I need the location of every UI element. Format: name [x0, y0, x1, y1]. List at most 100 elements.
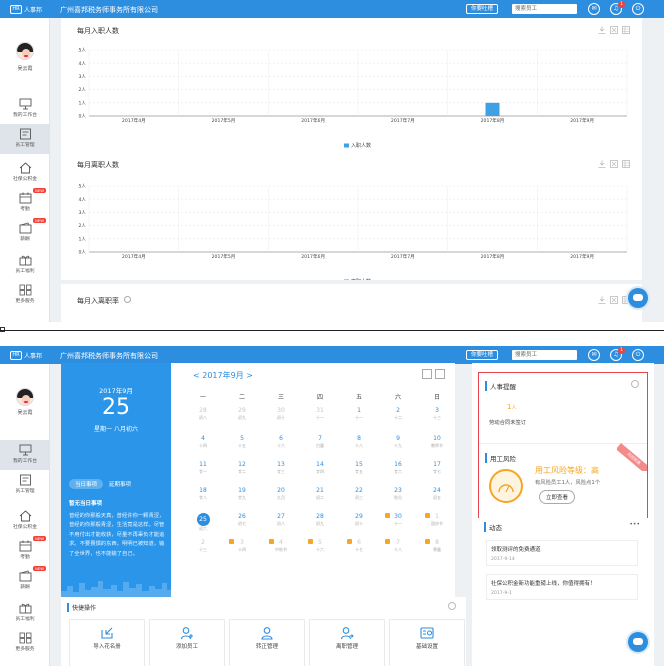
sidebar-item-social-security[interactable]: 社保公积金 [0, 506, 50, 536]
sidebar-item-employee[interactable]: 员工管理 [0, 124, 50, 154]
calendar-day[interactable]: 28 初八 [193, 407, 213, 420]
calendar-day[interactable]: 9 十九 [388, 435, 408, 448]
app-logo[interactable]: HR 人事邦 [10, 350, 42, 360]
calendar-day[interactable]: 17 廿七 [427, 461, 447, 474]
calendar-day[interactable]: 16 廿六 [388, 461, 408, 474]
calendar-day[interactable]: 3 十四 [232, 539, 252, 552]
event-marker [308, 539, 313, 544]
sidebar-item-social-security[interactable]: 社保公积金 [0, 158, 50, 188]
calendar-day[interactable]: 13 廿三 [271, 461, 291, 474]
sidebar-item-workbench[interactable]: 我的工作台 [0, 94, 50, 124]
export-icon[interactable] [610, 296, 618, 304]
logout-icon[interactable]: ⏻ [632, 3, 644, 15]
feedback-button[interactable]: 你要吐槽 [466, 350, 499, 360]
sidebar-item-more-services[interactable]: 更多服务 [0, 280, 50, 310]
calendar-day[interactable]: 7 白露 [310, 435, 330, 448]
calendar-day-today[interactable]: 25 初六 [193, 513, 213, 531]
more-options-icon[interactable]: ••• [629, 521, 640, 528]
calendar-day[interactable]: 30 初十 [271, 407, 291, 420]
calendar-day[interactable]: 18 廿八 [193, 487, 213, 500]
info-icon[interactable] [124, 296, 131, 303]
sidebar-item-welfare[interactable]: 员工福利 [0, 250, 50, 280]
add-event-icon[interactable] [422, 369, 432, 379]
calendar-icon [19, 540, 31, 552]
news-item[interactable]: 领取测评的免费通道 2017-9-14 [486, 540, 638, 566]
calendar-day[interactable]: 6 十七 [349, 539, 369, 552]
calendar-day[interactable]: 1 国庆节 [427, 513, 447, 526]
app-logo[interactable]: HR 人事邦 [10, 4, 42, 14]
resignation-button[interactable]: 离职管理 [309, 619, 385, 666]
day-number: 8 [357, 435, 361, 442]
sidebar-item-employee[interactable]: 员工管理 [0, 470, 50, 500]
calendar-day[interactable]: 8 寒露 [427, 539, 447, 552]
sidebar-item-attendance[interactable]: NEW 考勤 [0, 188, 50, 218]
prev-month-arrow[interactable]: < [193, 371, 200, 380]
x-tick-label: 2017年5月 [212, 253, 236, 260]
sidebar-item-salary[interactable]: NEW 薪酬 [0, 218, 50, 248]
sidebar-item-salary[interactable]: NEW 薪酬 [0, 566, 50, 596]
calendar-day[interactable]: 27 初八 [271, 513, 291, 526]
calendar-day[interactable]: 19 廿九 [232, 487, 252, 500]
view-risk-button[interactable]: 立即查看 [539, 490, 576, 504]
fullscreen-icon[interactable] [435, 369, 445, 379]
settings-gear-icon[interactable] [631, 380, 639, 388]
basic-settings-button[interactable]: 基础设置 [389, 619, 465, 666]
settings-gear-icon[interactable] [448, 602, 456, 610]
calendar-day[interactable]: 14 廿四 [310, 461, 330, 474]
news-item[interactable]: 社保公积金新功能重磅上线，你值得拥有！ 2017-9-1 [486, 574, 638, 600]
calendar-day[interactable]: 22 初三 [349, 487, 369, 500]
calendar-day[interactable]: 6 十六 [271, 435, 291, 448]
calendar-day[interactable]: 31 十一 [310, 407, 330, 420]
day-lunar: 十四 [199, 443, 207, 448]
calendar-day[interactable]: 12 廿二 [232, 461, 252, 474]
chat-button[interactable] [628, 288, 648, 308]
message-icon[interactable]: ✉ [588, 3, 600, 15]
message-icon[interactable]: ✉ [588, 349, 600, 361]
calendar-day[interactable]: 28 初九 [310, 513, 330, 526]
regularization-button[interactable]: 转正管理 [229, 619, 305, 666]
add-employee-button[interactable]: 添加员工 [149, 619, 225, 666]
calendar-day[interactable]: 29 初十 [349, 513, 369, 526]
calendar-day[interactable]: 8 十八 [349, 435, 369, 448]
home-icon [19, 510, 31, 522]
calendar-day[interactable]: 11 廿一 [193, 461, 213, 474]
sidebar-item-welfare[interactable]: 员工福利 [0, 598, 50, 628]
calendar-day[interactable]: 4 中秋节 [271, 539, 291, 552]
calendar-day[interactable]: 21 初二 [310, 487, 330, 500]
calendar-day[interactable]: 30 十一 [388, 513, 408, 526]
next-month-arrow[interactable]: > [246, 371, 253, 380]
download-icon[interactable] [598, 296, 606, 304]
calendar-day[interactable]: 2 十二 [388, 407, 408, 420]
calendar-day[interactable]: 4 十四 [193, 435, 213, 448]
avatar[interactable] [16, 42, 34, 60]
chat-button[interactable] [628, 632, 648, 652]
sidebar-item-more-services[interactable]: 更多服务 [0, 628, 50, 658]
calendar-day[interactable]: 29 初九 [232, 407, 252, 420]
calendar-day[interactable]: 2 十三 [193, 539, 213, 552]
day-lunar: 廿六 [394, 469, 402, 474]
top-bar: HR 人事邦 广州喜邦税务师事务所有限公司 你要吐槽 搜索员工 ✉ ♫ 1 ⏻ [0, 346, 664, 364]
logout-icon[interactable]: ⏻ [632, 349, 644, 361]
calendar-day[interactable]: 10 教师节 [427, 435, 447, 448]
calendar-day[interactable]: 15 廿五 [349, 461, 369, 474]
sidebar-item-workbench[interactable]: 我的工作台 [0, 440, 50, 470]
calendar-day[interactable]: 26 初七 [232, 513, 252, 526]
today-weekday: 星期一 八月初六 [94, 426, 138, 433]
calendar-day[interactable]: 23 秋分 [388, 487, 408, 500]
calendar-day[interactable]: 20 九月 [271, 487, 291, 500]
calendar-day[interactable]: 5 十六 [310, 539, 330, 552]
search-input[interactable]: 搜索员工 [512, 4, 577, 14]
tab-today-events[interactable]: 当日事项 [69, 479, 104, 489]
day-lunar: 初五 [433, 495, 441, 500]
calendar-day[interactable]: 1 十一 [349, 407, 369, 420]
feedback-button[interactable]: 你要吐槽 [466, 4, 499, 14]
calendar-day[interactable]: 3 十三 [427, 407, 447, 420]
sidebar-item-attendance[interactable]: NEW 考勤 [0, 536, 50, 566]
search-input[interactable]: 搜索员工 [512, 350, 577, 360]
import-roster-button[interactable]: 导入花名册 [69, 619, 145, 666]
tab-overdue-events[interactable]: 延期事项 [107, 479, 133, 489]
avatar[interactable] [16, 388, 34, 406]
calendar-day[interactable]: 7 十八 [388, 539, 408, 552]
calendar-day[interactable]: 24 初五 [427, 487, 447, 500]
calendar-day[interactable]: 5 十五 [232, 435, 252, 448]
